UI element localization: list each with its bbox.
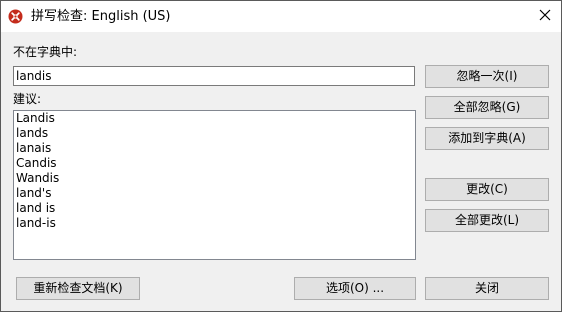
recheck-document-button[interactable]: 重新检查文档(K) <box>16 277 140 300</box>
ignore-once-button[interactable]: 忽略一次(I) <box>425 65 549 88</box>
list-item[interactable]: land-is <box>14 216 415 231</box>
list-item[interactable]: Landis <box>14 111 415 126</box>
close-icon <box>539 9 551 24</box>
suggestions-label: 建议: <box>13 92 42 106</box>
close-window-button[interactable] <box>529 1 561 32</box>
close-button[interactable]: 关闭 <box>425 277 549 300</box>
not-in-dictionary-field[interactable]: landis <box>13 66 415 86</box>
list-item[interactable]: lanais <box>14 141 415 156</box>
window-title: 拼写检查: English (US) <box>31 9 171 24</box>
list-item[interactable]: land's <box>14 186 415 201</box>
add-to-dictionary-button[interactable]: 添加到字典(A) <box>425 127 549 150</box>
suggestions-list[interactable]: Landis lands lanais Candis Wandis land's… <box>13 110 416 260</box>
not-in-dictionary-label: 不在字典中: <box>13 45 78 59</box>
change-all-button[interactable]: 全部更改(L) <box>425 209 549 232</box>
change-button[interactable]: 更改(C) <box>425 178 549 201</box>
list-item[interactable]: Candis <box>14 156 415 171</box>
list-item[interactable]: Wandis <box>14 171 415 186</box>
title-bar: 拼写检查: English (US) <box>1 1 561 32</box>
options-button[interactable]: 选项(O) ... <box>294 277 416 300</box>
list-item[interactable]: land is <box>14 201 415 216</box>
ignore-all-button[interactable]: 全部忽略(G) <box>425 96 549 119</box>
list-item[interactable]: lands <box>14 126 415 141</box>
spellcheck-app-icon <box>8 9 23 24</box>
spellcheck-dialog: 拼写检查: English (US) 不在字典中: landis 建议: Lan… <box>0 0 562 312</box>
